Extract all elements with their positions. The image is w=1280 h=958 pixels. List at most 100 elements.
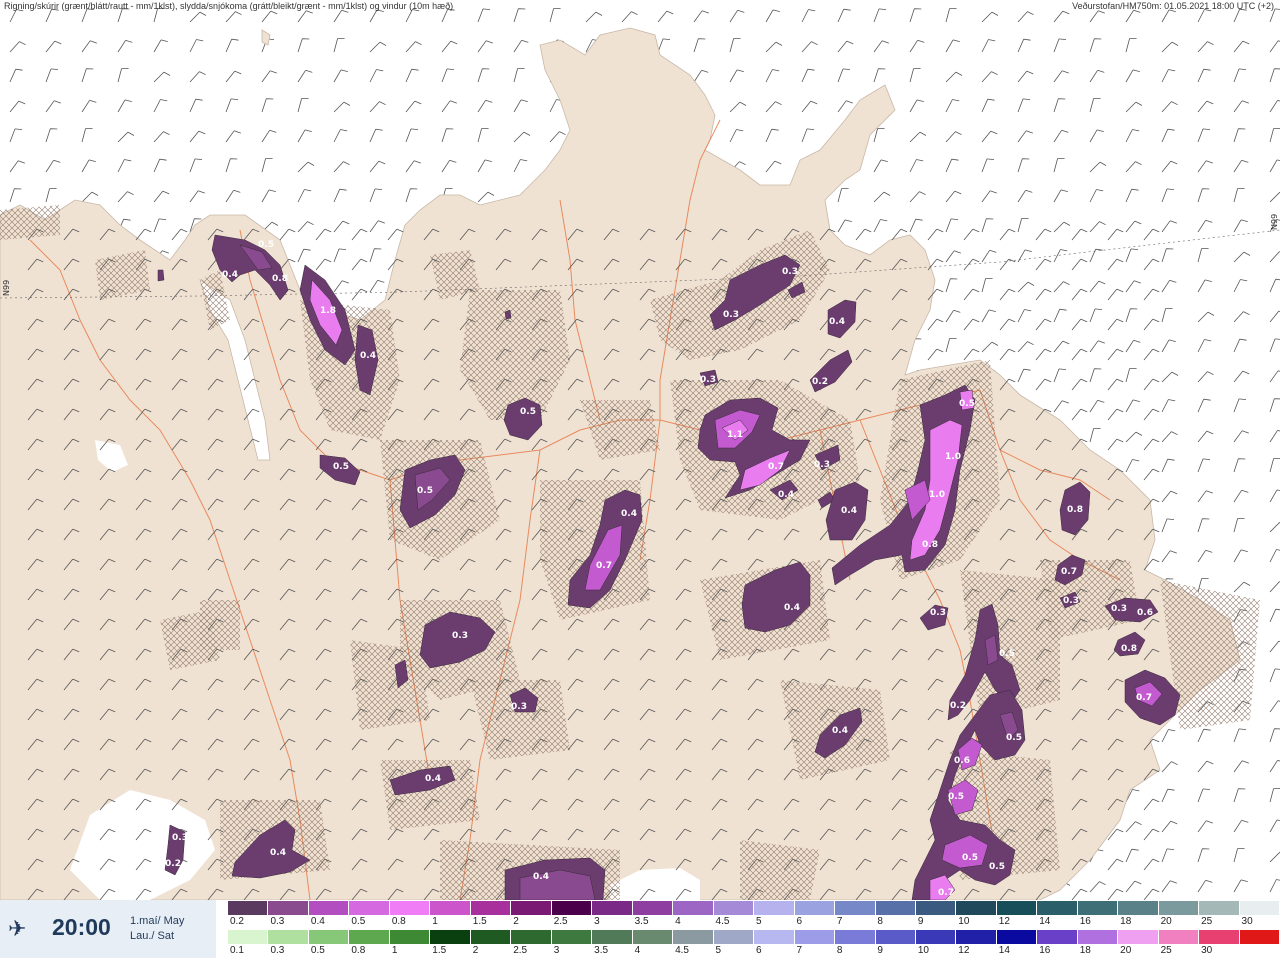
precip-value-label: 0.7	[596, 561, 612, 571]
legend-swatch	[349, 901, 390, 915]
model-run-info: Veðurstofan/HM750m: 01.05.2021 18:00 UTC…	[1072, 1, 1274, 11]
valid-time: 20:00	[52, 914, 111, 940]
precip-value-label: 0.7	[938, 888, 954, 898]
legend-swatch	[1158, 901, 1200, 915]
legend-label: 20	[1160, 916, 1172, 927]
legend-label: 2	[513, 916, 519, 927]
precip-value-label: 0.6	[1137, 608, 1153, 618]
grid-label-right: N99	[1270, 213, 1279, 230]
legend-swatch	[430, 930, 471, 944]
legend-swatch	[875, 901, 916, 915]
legend-swatch	[430, 901, 471, 915]
legend-swatch	[228, 901, 269, 915]
legend-snow-swatches	[228, 901, 1280, 915]
precip-value-label: 0.4	[360, 351, 376, 361]
legend-label: 0.5	[351, 916, 366, 927]
legend-label: 6	[796, 916, 803, 927]
legend-label: 1.5	[472, 916, 487, 927]
legend-label: 30	[1241, 916, 1253, 927]
legend-label: 3.5	[634, 916, 649, 927]
legend-swatch	[389, 930, 431, 944]
legend-label: 8	[836, 945, 843, 956]
precip-value-label: 0.7	[1061, 567, 1077, 577]
legend-swatch	[915, 930, 957, 944]
precip-value-label: 0.4	[621, 509, 637, 519]
legend-label: 3.5	[594, 945, 609, 956]
legend-swatch	[1037, 901, 1078, 915]
legend-label: 3	[594, 916, 600, 927]
precip-value-label: 0.5	[962, 853, 978, 863]
legend-label: 5	[756, 916, 762, 927]
precip-value-label: 0.5	[258, 240, 274, 250]
precip-value-label: 0.3	[452, 631, 468, 641]
map-title: Rigning/skúrir (grænt/blátt/rautt - mm/1…	[4, 1, 454, 11]
legend-label: 0.4	[310, 916, 325, 927]
precip-value-label: 0.4	[533, 872, 549, 882]
legend-label: 25	[1201, 916, 1213, 927]
legend-label: 7	[836, 916, 843, 927]
precip-value-label: 0.4	[829, 317, 845, 327]
precip-value-label: 0.4	[832, 726, 848, 736]
airplane-icon[interactable]: ✈	[8, 916, 26, 942]
legend-swatch	[349, 930, 390, 944]
date-line-2: Lau./ Sat	[130, 930, 175, 942]
legend-label: 1	[391, 945, 398, 956]
legend-label: 0.3	[270, 945, 285, 956]
legend-swatch	[268, 930, 309, 944]
precip-value-label: 0.3	[930, 608, 946, 618]
legend-swatch	[308, 901, 350, 915]
legend-label: 4	[675, 916, 681, 927]
legend-swatch	[794, 901, 836, 915]
legend-label: 10	[958, 916, 970, 927]
precip-value-label: 1.0	[945, 452, 961, 462]
legend-label: 12	[998, 916, 1010, 927]
legend-label: 4.5	[675, 945, 689, 956]
precip-value-label: 0.3	[814, 460, 830, 470]
legend-swatch	[592, 930, 633, 944]
legend-rain-swatches	[228, 930, 1280, 944]
legend-label: 25	[1160, 945, 1172, 956]
precip-value-label: 0.2	[165, 859, 181, 869]
legend-swatch	[754, 930, 795, 944]
precip-value-label: 0.8	[1121, 644, 1137, 654]
legend-swatch	[956, 930, 997, 944]
legend-swatch	[308, 930, 350, 944]
precip-value-label: 0.4	[778, 490, 794, 500]
precip-value-label: 0.3	[1111, 604, 1127, 614]
legend-rain-labels: 0.1 0.3 0.5 0.8 1 1.5 2 2.5 3 3.5 4 4.5 5 6 7 8 9 10 12 14 1…	[228, 945, 1280, 957]
legend-swatch	[673, 930, 714, 944]
precip-value-label: 0.4	[841, 506, 857, 516]
precip-value-label: 0.5	[948, 792, 964, 802]
precip-value-label: 0.5	[999, 649, 1015, 659]
precip-value-label: 0.3	[782, 267, 798, 277]
legend-label: 7	[796, 945, 803, 956]
legend-label: 8	[877, 916, 883, 927]
legend-swatch	[1199, 930, 1240, 944]
legend-swatch	[551, 930, 593, 944]
precip-value-label: 1.8	[320, 306, 336, 316]
precip-value-label: 0.4	[784, 603, 800, 613]
grid-label-left: N99	[2, 279, 11, 296]
legend-label: 6	[756, 945, 762, 956]
legend-swatch	[1118, 930, 1159, 944]
time-panel: ✈ 20:00 1.maí/ May Lau./ Sat	[0, 900, 216, 958]
legend-swatch	[551, 901, 593, 915]
legend-swatch	[794, 930, 836, 944]
precip-value-label: 0.3	[700, 375, 716, 385]
precip-value-label: 0.2	[812, 377, 828, 387]
legend-label: 0.1	[230, 945, 244, 956]
legend-swatch	[511, 930, 552, 944]
legend-swatch	[632, 930, 674, 944]
precip-value-label: 0.5	[959, 399, 975, 409]
legend-swatch	[1077, 901, 1119, 915]
legend-label: 4.5	[715, 916, 730, 927]
legend-swatch	[875, 930, 916, 944]
weather-map[interactable]: 0.5 0.4 0.8 1.8 0.4 0.5 0.5 0.5 0.4 0.7 0.3 0.3 0.4 0…	[0, 0, 1280, 900]
legend-swatch	[713, 930, 755, 944]
legend-swatch	[754, 901, 795, 915]
precip-value-label: 0.2	[950, 701, 966, 711]
legend-swatch	[1199, 901, 1240, 915]
legend-label: 2.5	[553, 916, 568, 927]
legend-label: 12	[958, 945, 970, 956]
precip-value-label: 0.4	[222, 270, 238, 280]
